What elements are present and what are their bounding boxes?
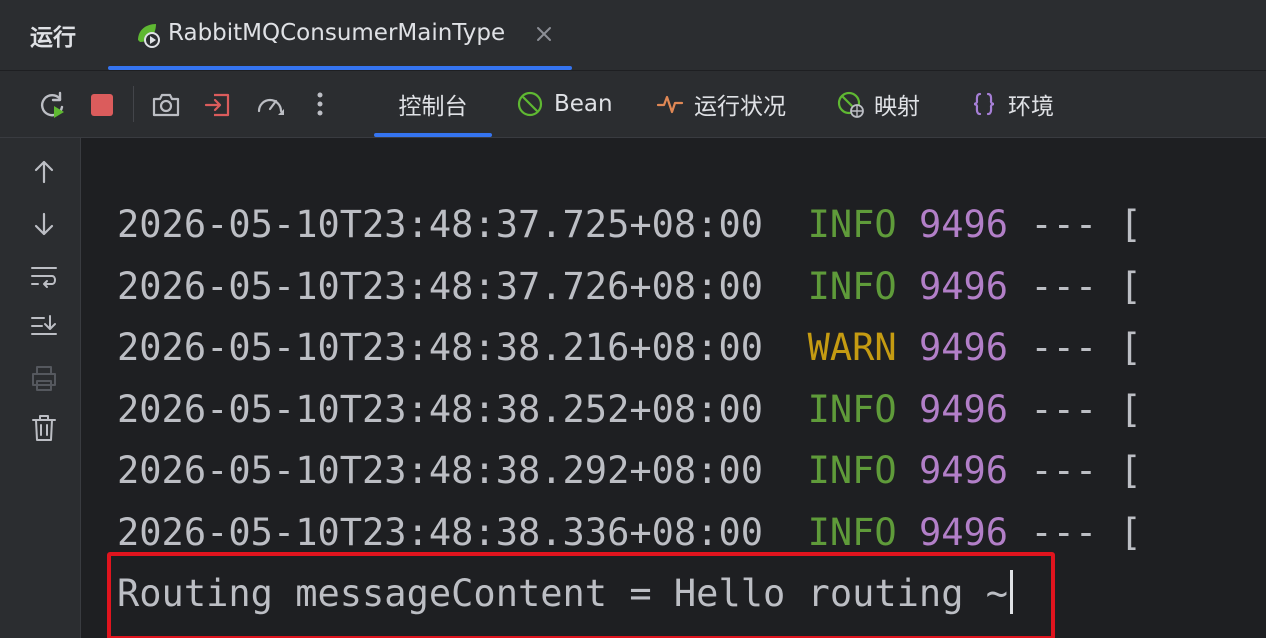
tab-mappings-label: 映射 [874,94,920,120]
log-level: INFO [807,203,897,246]
log-rest: --- [ [1008,449,1142,492]
spring-boot-run-icon [138,24,160,48]
log-pid: 9496 [918,449,1009,492]
run-config-tab[interactable]: RabbitMQConsumerMainType [108,0,572,70]
toolbar-separator [133,86,134,122]
tab-mappings[interactable]: 映射 [836,71,920,137]
rerun-icon[interactable] [36,89,68,121]
log-level: INFO [807,265,897,308]
log-level: INFO [807,388,897,431]
tab-environment[interactable]: 环境 [970,71,1054,137]
tab-health-label: 运行状况 [694,94,786,120]
tab-environment-label: 环境 [1008,94,1054,120]
bean-icon [517,91,543,117]
close-icon[interactable] [532,22,556,46]
log-timestamp: 2026-05-10T23:48:37.725+08:00 [117,203,764,246]
log-timestamp: 2026-05-10T23:48:38.252+08:00 [117,388,764,431]
log-level: INFO [807,511,897,554]
scroll-to-end-icon[interactable] [28,310,60,342]
log-timestamp: 2026-05-10T23:48:38.336+08:00 [117,511,764,554]
run-config-tab-label: RabbitMQConsumerMainType [168,20,506,46]
print-icon [32,366,56,391]
log-pid: 9496 [918,203,1009,246]
active-tab-indicator [374,133,492,137]
camera-icon[interactable] [150,89,182,121]
arrow-up-icon[interactable] [28,156,60,188]
log-rest: --- [ [1008,203,1142,246]
log-rest: --- [ [1008,265,1142,308]
console-output[interactable]: 2026-05-10T23:48:37.725+08:00 INFO 9496 … [81,138,1266,638]
log-line: 2026-05-10T23:48:38.336+08:00 INFO 9496 … [117,508,1142,558]
mappings-icon [837,91,864,118]
log-timestamp: 2026-05-10T23:48:38.216+08:00 [117,326,764,369]
log-line: 2026-05-10T23:48:38.252+08:00 INFO 9496 … [117,385,1142,435]
log-rest: --- [ [1008,511,1142,554]
more-options-icon[interactable] [304,89,336,121]
log-line: 2026-05-10T23:48:37.725+08:00 INFO 9496 … [117,200,1142,250]
console-output-line: Routing messageContent = Hello routing ~ [117,569,1014,619]
arrow-down-icon[interactable] [28,208,60,240]
run-tool-window: 运行 RabbitMQConsumerMainType 控制台 Bean 运行状… [0,0,1266,638]
console-side-toolbar [0,138,81,638]
log-timestamp: 2026-05-10T23:48:37.726+08:00 [117,265,764,308]
soft-wrap-icon[interactable] [28,260,60,292]
tab-bean[interactable]: Bean [516,71,613,137]
run-header: 运行 RabbitMQConsumerMainType [0,0,1266,71]
run-toolbar: 控制台 Bean 运行状况 映射 环境 [0,71,1266,138]
log-line: 2026-05-10T23:48:38.292+08:00 INFO 9496 … [117,446,1142,496]
log-line: 2026-05-10T23:48:37.726+08:00 INFO 9496 … [117,262,1142,312]
stop-icon[interactable] [86,89,118,121]
run-window-title: 运行 [30,25,76,51]
output-text: Routing messageContent = Hello routing ~ [117,572,1009,615]
health-pulse-icon [656,95,684,114]
log-pid: 9496 [918,265,1009,308]
profiler-gauge-icon[interactable] [254,89,286,121]
log-pid: 9496 [918,388,1009,431]
active-tab-indicator [108,66,572,70]
log-rest: --- [ [1008,388,1142,431]
log-level: INFO [807,449,897,492]
log-timestamp: 2026-05-10T23:48:38.292+08:00 [117,449,764,492]
tab-console-label: 控制台 [398,94,468,120]
trash-icon[interactable] [28,412,60,444]
log-pid: 9496 [918,326,1009,369]
restore-layout-icon[interactable] [202,89,234,121]
tab-health[interactable]: 运行状况 [656,71,786,137]
tab-bean-label: Bean [554,91,613,117]
log-pid: 9496 [918,511,1009,554]
tab-console[interactable]: 控制台 [374,71,492,137]
log-line: 2026-05-10T23:48:38.216+08:00 WARN 9496 … [117,323,1142,373]
braces-icon [973,92,995,116]
log-rest: --- [ [1008,326,1142,369]
log-level: WARN [807,326,897,369]
text-cursor [1010,570,1014,614]
